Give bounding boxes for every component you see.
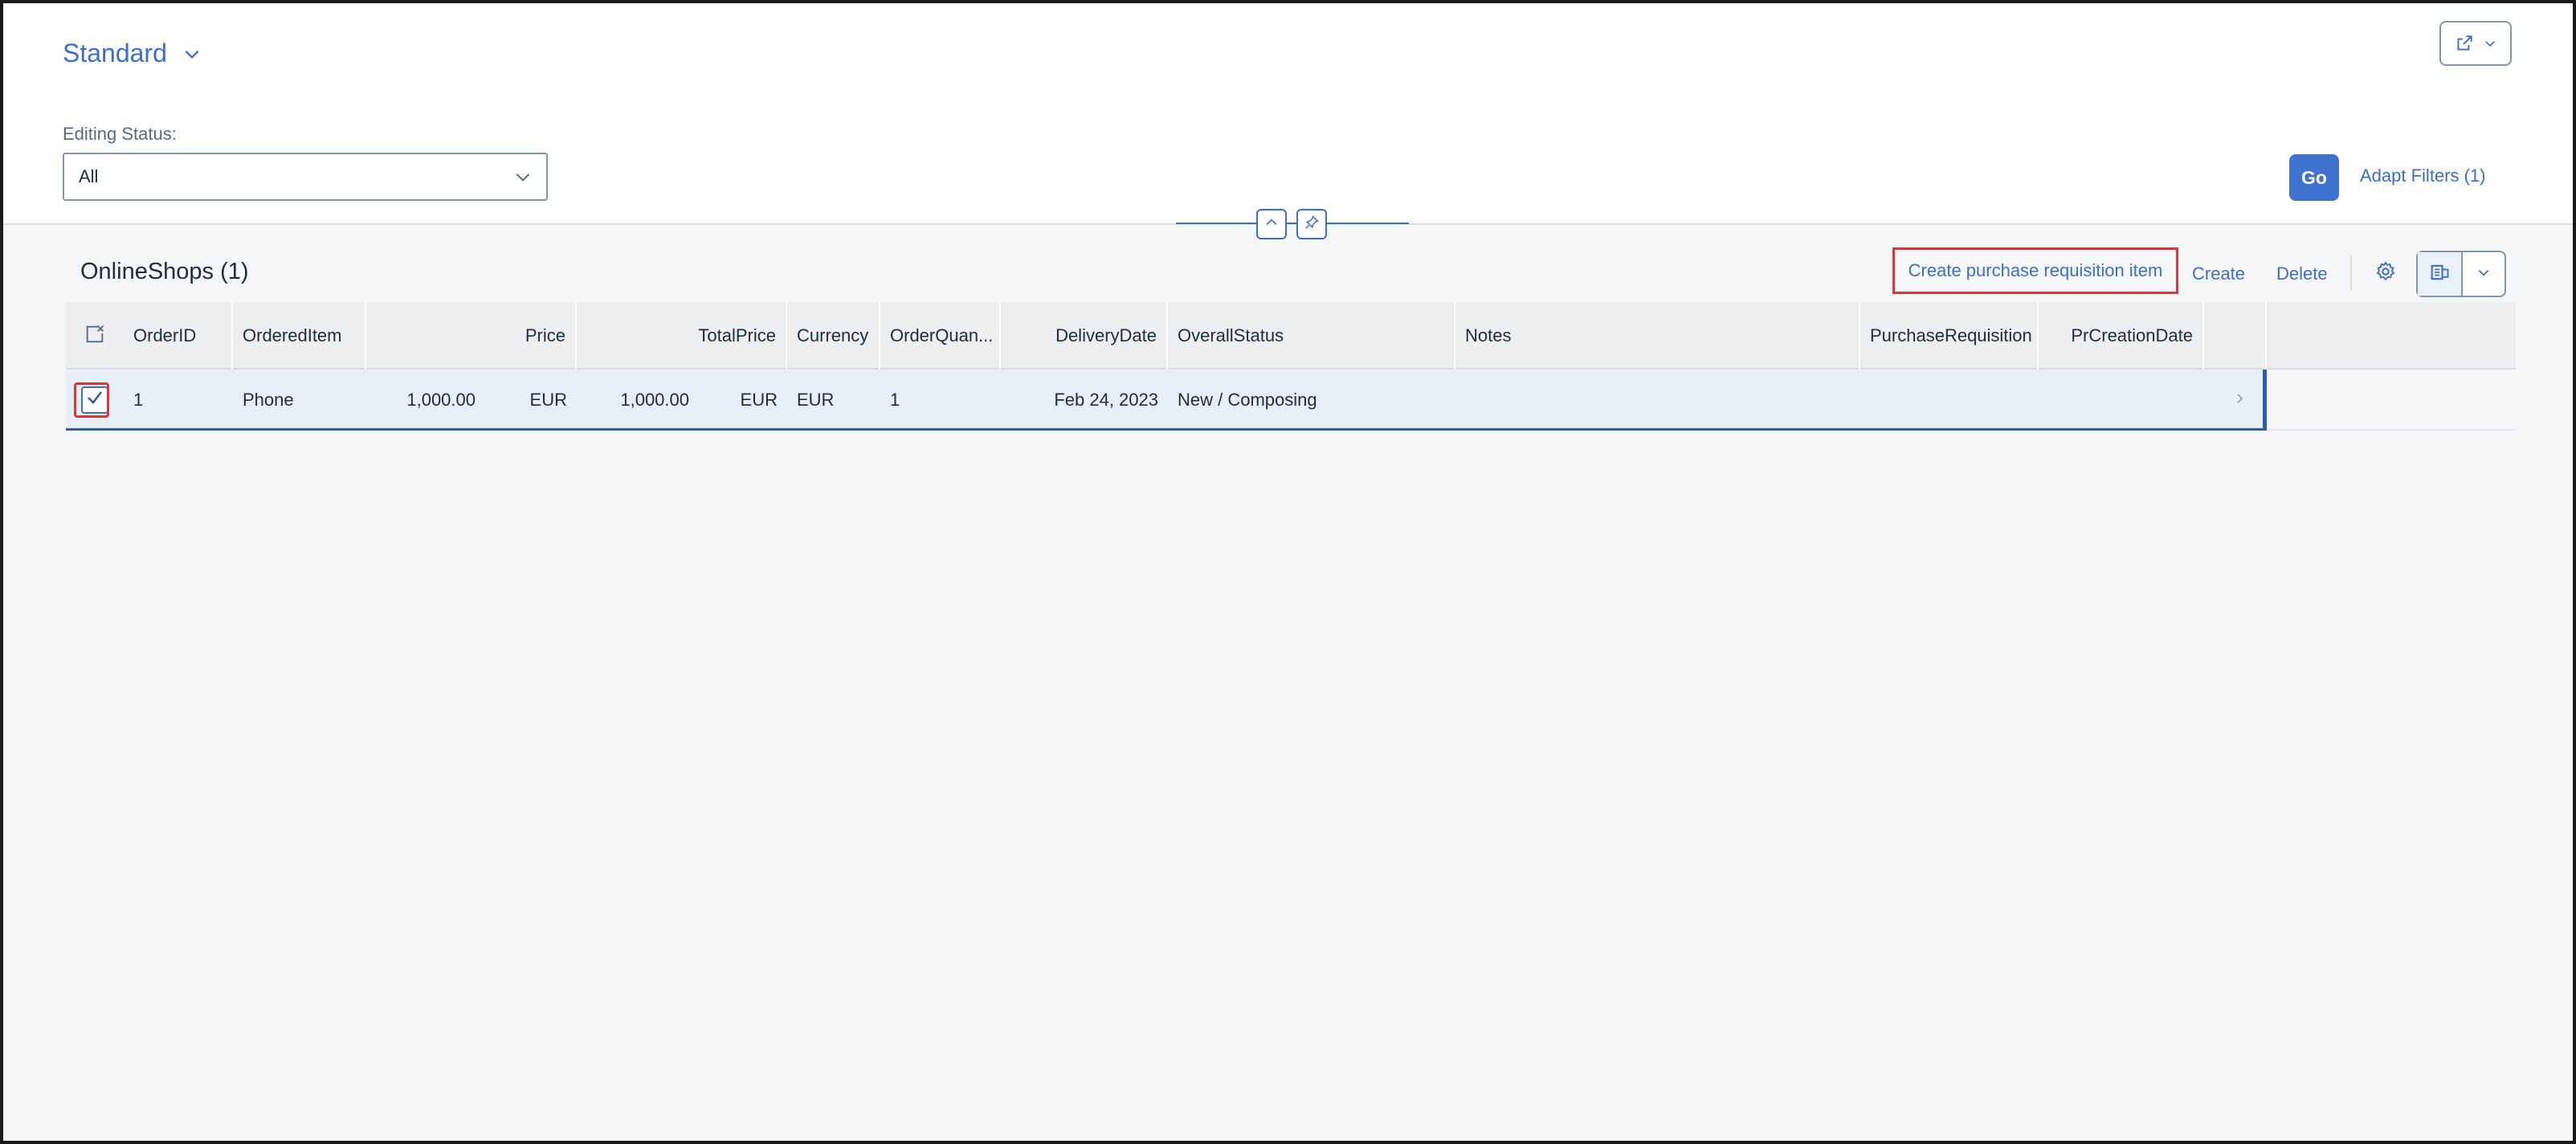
adapt-filters-button[interactable]: Adapt Filters (1) bbox=[2360, 165, 2486, 186]
table-row[interactable]: 1 Phone 1,000.00 EUR 1,000.00 EUR EUR 1 … bbox=[66, 370, 2267, 431]
chevron-down-icon bbox=[2483, 36, 2497, 51]
cell-notes bbox=[1455, 370, 1860, 431]
clear-selection-icon bbox=[84, 323, 106, 349]
table-settings-button[interactable] bbox=[2366, 254, 2405, 292]
cell-orderquantity: 1 bbox=[890, 390, 900, 410]
column-header-totalprice[interactable]: TotalPrice bbox=[577, 302, 787, 370]
column-header-price[interactable]: Price bbox=[366, 302, 577, 370]
chevron-right-icon bbox=[2232, 391, 2247, 410]
online-shops-table: OrderID OrderedItem Price TotalPrice Cur… bbox=[66, 302, 2516, 431]
export-icon bbox=[2428, 261, 2451, 288]
create-purchase-requisition-button[interactable]: Create purchase requisition item bbox=[1892, 247, 2178, 294]
column-header-navigation bbox=[2204, 302, 2267, 370]
editing-status-select[interactable]: All bbox=[63, 153, 548, 201]
cell-orderid: 1 bbox=[133, 390, 144, 410]
cell-ordereditem: Phone bbox=[243, 390, 294, 410]
filter-bar-header: Standard Editing Status: All Go Adapt Fi… bbox=[3, 3, 2573, 225]
cell-currency: EUR bbox=[797, 390, 835, 410]
clear-selection-button[interactable] bbox=[66, 302, 124, 370]
cell-overallstatus: New / Composing bbox=[1178, 390, 1317, 410]
export-button[interactable] bbox=[2418, 252, 2463, 296]
cell-deliverydate: Feb 24, 2023 bbox=[1054, 390, 1158, 410]
settings-icon bbox=[2374, 260, 2397, 287]
editing-status-value: All bbox=[79, 166, 99, 186]
column-header-notes[interactable]: Notes bbox=[1455, 302, 1860, 370]
cell-prcreationdate bbox=[2039, 370, 2204, 431]
share-icon bbox=[2454, 33, 2475, 54]
row-selector-cell bbox=[66, 370, 124, 431]
column-header-orderid[interactable]: OrderID bbox=[124, 302, 233, 370]
column-header-ordereditem[interactable]: OrderedItem bbox=[233, 302, 366, 370]
row-navigation-button[interactable] bbox=[2215, 370, 2264, 431]
variant-title: Standard bbox=[63, 39, 167, 67]
table-title: OnlineShops (1) bbox=[80, 259, 249, 284]
app-frame: Standard Editing Status: All Go Adapt Fi… bbox=[0, 0, 2576, 1144]
collapse-header-button[interactable] bbox=[1256, 209, 1287, 239]
go-button[interactable]: Go bbox=[2289, 154, 2339, 201]
column-header-purchaserequisition[interactable]: PurchaseRequisition bbox=[1860, 302, 2039, 370]
chevron-down-icon bbox=[2476, 264, 2492, 284]
toolbar-separator bbox=[2350, 255, 2352, 291]
collapse-up-icon bbox=[1264, 214, 1280, 235]
cell-price-currency: EUR bbox=[529, 390, 567, 410]
delete-button[interactable]: Delete bbox=[2262, 254, 2342, 294]
chevron-down-icon bbox=[182, 43, 202, 64]
editing-status-label: Editing Status: bbox=[63, 124, 177, 144]
share-button[interactable] bbox=[2439, 21, 2512, 66]
pin-icon bbox=[1304, 214, 1320, 235]
variant-selector[interactable]: Standard bbox=[63, 39, 202, 68]
cell-totalprice-currency: EUR bbox=[740, 390, 778, 410]
cell-totalprice: 1,000.00 bbox=[620, 390, 689, 410]
checkbox-highlight bbox=[74, 382, 109, 418]
column-header-overallstatus[interactable]: OverallStatus bbox=[1168, 302, 1455, 370]
chevron-down-icon bbox=[512, 166, 533, 187]
column-header-deliverydate[interactable]: DeliveryDate bbox=[1001, 302, 1168, 370]
column-header-currency[interactable]: Currency bbox=[787, 302, 880, 370]
column-header-prcreationdate[interactable]: PrCreationDate bbox=[2039, 302, 2204, 370]
table-header-row: OrderID OrderedItem Price TotalPrice Cur… bbox=[66, 302, 2516, 370]
header-divider bbox=[1176, 223, 1409, 224]
pin-header-button[interactable] bbox=[1296, 209, 1327, 239]
table-row-extension bbox=[2267, 370, 2516, 431]
export-menu-button[interactable] bbox=[2463, 252, 2505, 296]
column-header-orderquantity[interactable]: OrderQuan... bbox=[880, 302, 1001, 370]
cell-purchaserequisition bbox=[1860, 370, 2039, 431]
create-button[interactable]: Create bbox=[2178, 254, 2260, 294]
cell-price: 1,000.00 bbox=[406, 390, 476, 410]
export-button-group bbox=[2416, 251, 2506, 297]
